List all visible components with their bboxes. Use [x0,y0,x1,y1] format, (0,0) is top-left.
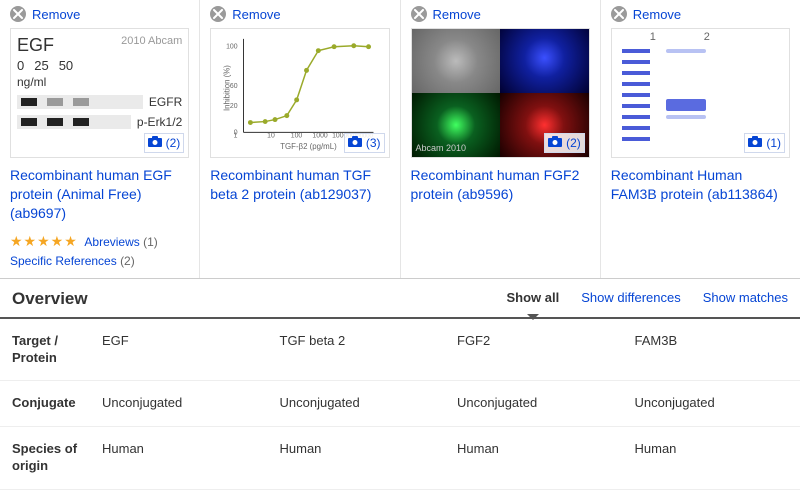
svg-text:20: 20 [230,103,238,110]
show-matches-tab[interactable]: Show matches [703,290,788,307]
attr-cell: FGF2 [445,319,623,381]
product-title-link[interactable]: Recombinant human EGF protein (Animal Fr… [10,166,189,223]
attr-cell: Human [445,427,623,490]
view-options: Show all Show differences Show matches [507,290,789,307]
attr-cell: Human [623,427,800,490]
camera-icon [148,136,162,150]
attribute-table: Target / Protein EGF TGF beta 2 FGF2 FAM… [0,319,800,490]
plot-xlabel: TGF-β2 (pg/mL) [280,142,337,151]
remove-button[interactable]: Remove [411,6,590,22]
svg-text:100: 100 [226,44,238,51]
attr-label-target: Target / Protein [0,319,90,381]
table-row: Species of origin Human Human Human Huma… [0,427,800,490]
product-column: Remove 1 2 (1) Recombinant Human FAM3B p… [600,0,800,278]
table-row: Conjugate Unconjugated Unconjugated Unco… [0,381,800,427]
remove-button[interactable]: Remove [210,6,389,22]
product-column: Remove EGF2010 Abcam 02550 ng/ml EGFR p-… [0,0,199,278]
close-icon [210,6,226,22]
wb-credit: 2010 Abcam [121,35,182,56]
attr-cell: Human [90,427,268,490]
attr-cell: Human [268,427,446,490]
attr-cell: Unconjugated [268,381,446,427]
references-link[interactable]: Specific References (2) [10,254,189,268]
photo-count-button[interactable]: (2) [544,133,585,153]
show-differences-tab[interactable]: Show differences [581,290,681,307]
remove-label: Remove [433,7,481,22]
show-all-tab[interactable]: Show all [507,290,560,307]
attr-cell: FAM3B [623,319,800,381]
photo-count-button[interactable]: (1) [744,133,785,153]
attr-cell: EGF [90,319,268,381]
reviews-block: ★★★★★ Abreviews (1) Specific References … [10,233,189,268]
remove-button[interactable]: Remove [10,6,189,22]
remove-label: Remove [232,7,280,22]
product-title-link[interactable]: Recombinant Human FAM3B protein (ab11386… [611,166,790,204]
photo-count-value: (3) [366,136,381,150]
camera-icon [548,136,562,150]
photo-count-value: (1) [766,136,781,150]
product-thumbnail[interactable]: 1 2 (1) [611,28,790,158]
product-thumbnail[interactable]: Inhibition (%) 1 10 100 1000 10000 10000… [210,28,389,158]
remove-button[interactable]: Remove [611,6,790,22]
wb-name: EGF [17,35,54,56]
overview-heading: Overview [12,289,507,309]
svg-text:60: 60 [230,83,238,90]
photo-count-value: (2) [566,136,581,150]
product-thumbnail[interactable]: Abcam 2010 (2) [411,28,590,158]
attr-cell: Unconjugated [90,381,268,427]
svg-text:0: 0 [234,129,238,136]
attr-label-conjugate: Conjugate [0,381,90,427]
product-title-link[interactable]: Recombinant human FGF2 protein (ab9596) [411,166,590,204]
svg-text:1000: 1000 [313,132,328,139]
remove-label: Remove [32,7,80,22]
table-row: Target / Protein EGF TGF beta 2 FGF2 FAM… [0,319,800,381]
close-icon [10,6,26,22]
product-thumbnail[interactable]: EGF2010 Abcam 02550 ng/ml EGFR p-Erk1/2 … [10,28,189,158]
svg-text:10: 10 [267,132,275,139]
attr-cell: Unconjugated [623,381,800,427]
camera-icon [348,136,362,150]
photo-count-button[interactable]: (2) [144,133,185,153]
attr-cell: Unconjugated [445,381,623,427]
overview-bar: Overview Show all Show differences Show … [0,278,800,319]
product-column: Remove Inhibition (%) 1 10 100 1000 1000… [199,0,399,278]
photo-count-button[interactable]: (3) [344,133,385,153]
abreviews-link[interactable]: Abreviews (1) [84,235,157,249]
attr-label-species: Species of origin [0,427,90,490]
svg-text:100: 100 [291,132,303,139]
close-icon [411,6,427,22]
photo-count-value: (2) [166,136,181,150]
product-title-link[interactable]: Recombinant human TGF beta 2 protein (ab… [210,166,389,204]
image-credit: Abcam 2010 [416,143,467,153]
product-column: Remove Abcam 2010 (2) Recombinant human … [400,0,600,278]
remove-label: Remove [633,7,681,22]
close-icon [611,6,627,22]
star-rating-icon: ★★★★★ [10,233,78,249]
camera-icon [748,136,762,150]
attr-cell: TGF beta 2 [268,319,446,381]
compare-grid: Remove EGF2010 Abcam 02550 ng/ml EGFR p-… [0,0,800,278]
